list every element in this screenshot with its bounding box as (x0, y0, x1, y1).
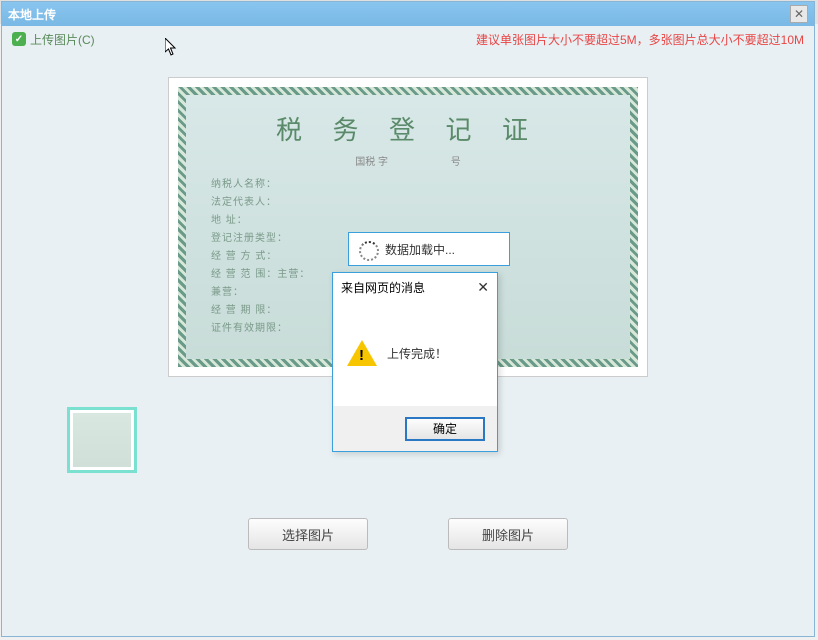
loading-popup: 数据加载中... (348, 232, 510, 266)
alert-close-button[interactable]: ✕ (477, 279, 489, 296)
loading-text: 数据加载中... (385, 241, 455, 258)
spinner-icon (359, 241, 375, 257)
alert-message: 上传完成！ (387, 345, 447, 362)
size-hint: 建议单张图片大小不要超过5M，多张图片总大小不要超过10M (476, 31, 804, 48)
close-button[interactable]: ✕ (790, 5, 808, 23)
check-icon (12, 32, 26, 46)
window-title: 本地上传 (8, 6, 56, 23)
alert-body: 上传完成！ (333, 301, 497, 406)
ok-button[interactable]: 确定 (405, 417, 485, 441)
select-image-button[interactable]: 选择图片 (248, 518, 368, 550)
thumbnail[interactable] (67, 407, 137, 473)
alert-header: 来自网页的消息 ✕ (333, 273, 497, 301)
alert-dialog: 来自网页的消息 ✕ 上传完成！ 确定 (332, 272, 498, 452)
alert-footer: 确定 (333, 406, 497, 451)
cert-field: 法定代表人： (211, 194, 605, 212)
cert-title: 税 务 登 记 证 (211, 110, 605, 147)
thumb-image (73, 413, 131, 467)
cert-subtitle: 国税 字 号 (211, 153, 605, 168)
upload-link[interactable]: 上传图片(C) (12, 31, 95, 48)
cert-field: 地 址： (211, 212, 605, 230)
upload-label: 上传图片(C) (30, 31, 95, 48)
toolbar: 上传图片(C) 建议单张图片大小不要超过5M，多张图片总大小不要超过10M (2, 26, 814, 52)
delete-image-button[interactable]: 删除图片 (448, 518, 568, 550)
cert-field: 纳税人名称： (211, 176, 605, 194)
alert-title: 来自网页的消息 (341, 279, 425, 296)
warning-icon (347, 340, 377, 368)
close-icon: ✕ (794, 7, 804, 21)
button-row: 选择图片 删除图片 (22, 518, 794, 550)
titlebar: 本地上传 ✕ (2, 2, 814, 26)
